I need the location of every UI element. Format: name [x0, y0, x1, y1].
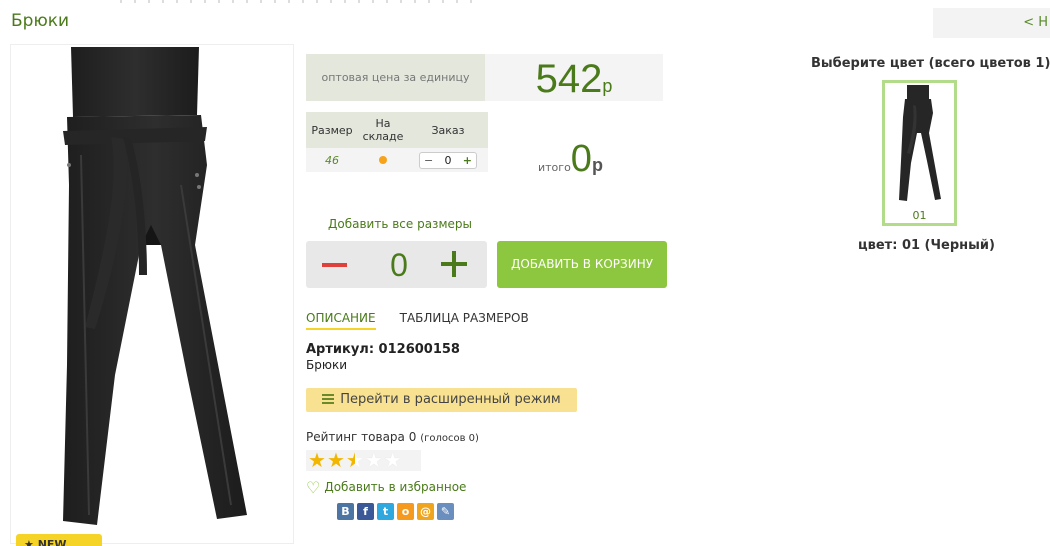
rating: Рейтинг товара 0 (голосов 0): [306, 430, 479, 444]
twitter-icon[interactable]: t: [377, 503, 394, 520]
plus-icon-vertical[interactable]: [452, 251, 456, 277]
total-label: итого: [538, 161, 571, 174]
size-table: Размер На складе Заказ 46 − 0 +: [306, 112, 488, 172]
facebook-icon[interactable]: f: [357, 503, 374, 520]
color-swatch[interactable]: 01: [882, 80, 957, 226]
sku: Артикул: 012600158: [306, 342, 460, 357]
product-description: Брюки: [306, 358, 347, 372]
star-rating[interactable]: ★ ★ ★ ★ ★: [306, 450, 421, 471]
decrement-icon[interactable]: −: [424, 154, 433, 167]
star-icon[interactable]: ★: [346, 450, 364, 471]
minus-icon[interactable]: [322, 263, 347, 267]
add-to-cart-button[interactable]: ДОБАВИТЬ В КОРЗИНУ: [497, 241, 667, 288]
size-header: Размер: [306, 112, 358, 148]
total-currency: р: [591, 155, 603, 175]
star-icon[interactable]: ★: [308, 450, 326, 471]
quantity-value[interactable]: 0: [384, 247, 414, 284]
in-stock-indicator: [379, 156, 387, 164]
price-label: оптовая цена за единицу: [306, 54, 485, 101]
trousers-illustration: [63, 47, 247, 525]
price-value: 542р: [485, 54, 663, 101]
total-value: 0: [570, 138, 592, 180]
odnoklassniki-icon[interactable]: о: [397, 503, 414, 520]
share-buttons: В f t о @ ✎: [337, 503, 454, 520]
price-number: 542: [535, 57, 603, 101]
rating-votes: (голосов 0): [420, 433, 479, 444]
star-icon[interactable]: ★: [327, 450, 345, 471]
product-image[interactable]: [10, 44, 294, 544]
color-picker-heading: Выберите цвет (всего цветов 1): [811, 56, 1050, 71]
rating-label: Рейтинг товара 0: [306, 430, 417, 444]
livejournal-icon[interactable]: ✎: [437, 503, 454, 520]
top-cropped-text: [120, 0, 480, 3]
total: итого0р: [538, 138, 603, 181]
table-row: 46 − 0 +: [306, 148, 488, 172]
back-link[interactable]: < Н: [933, 8, 1050, 38]
advanced-mode-label: Перейти в расширенный режим: [340, 392, 561, 407]
heart-icon: ♡: [306, 478, 321, 497]
swatch-number: 01: [912, 209, 927, 222]
add-all-sizes-link[interactable]: Добавить все размеры: [328, 217, 472, 231]
stock-header: На складе: [358, 112, 408, 148]
tab-description[interactable]: ОПИСАНИЕ: [306, 311, 376, 330]
favorites-label: Добавить в избранное: [324, 480, 467, 494]
star-icon[interactable]: ★: [365, 450, 383, 471]
vk-icon[interactable]: В: [337, 503, 354, 520]
star-icon[interactable]: ★: [384, 450, 402, 471]
swatch-thumbnail: [899, 85, 941, 201]
order-quantity[interactable]: 0: [445, 154, 452, 167]
mailru-icon[interactable]: @: [417, 503, 434, 520]
add-to-favorites-link[interactable]: ♡ Добавить в избранное: [306, 478, 466, 497]
order-header: Заказ: [408, 112, 488, 148]
page-title: Брюки: [11, 11, 70, 31]
increment-icon[interactable]: +: [463, 154, 472, 167]
price-currency: р: [602, 76, 613, 96]
quantity-stepper: 0: [306, 241, 487, 288]
selected-color-name: цвет: 01 (Черный): [858, 238, 995, 253]
new-badge: ★ NEW: [16, 534, 102, 546]
advanced-mode-button[interactable]: Перейти в расширенный режим: [306, 388, 577, 412]
tab-size-chart[interactable]: ТАБЛИЦА РАЗМЕРОВ: [400, 311, 529, 330]
order-quantity-stepper[interactable]: − 0 +: [419, 151, 477, 169]
product-tabs: ОПИСАНИЕ ТАБЛИЦА РАЗМЕРОВ: [306, 311, 529, 330]
size-value: 46: [325, 154, 339, 167]
list-icon: [322, 394, 335, 404]
